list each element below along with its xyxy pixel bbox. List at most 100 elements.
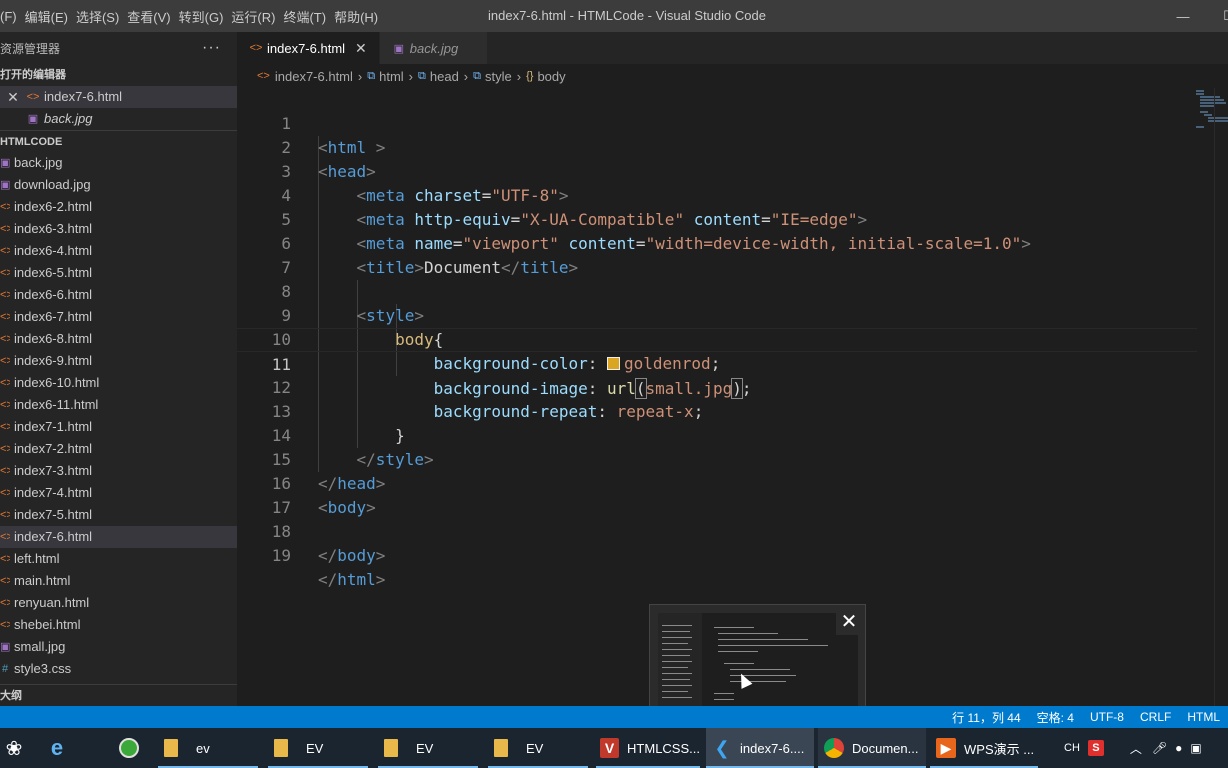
breadcrumb-item[interactable]: html <box>379 69 404 84</box>
file-tree-label: index7-5.html <box>14 507 93 522</box>
html-file-icon: <> <box>0 223 10 235</box>
file-tree-item[interactable]: <> index6-9.html <box>0 350 237 372</box>
folder-icon <box>384 739 398 757</box>
file-tree-item[interactable]: <> index7-6.html <box>0 526 237 548</box>
taskbar-item-htmlcss[interactable]: V HTMLCSS... <box>596 728 700 768</box>
html-file-icon: <> <box>0 487 10 499</box>
file-tree-item[interactable]: <> index6-10.html <box>0 372 237 394</box>
taskbar-item-ev[interactable]: ev <box>158 728 258 768</box>
notification-icon[interactable]: ▣ <box>1190 741 1201 755</box>
sogou-ime-icon[interactable]: S <box>1087 740 1104 756</box>
outline-section-title[interactable]: 大纲 <box>0 684 237 706</box>
ime-indicator[interactable]: CH <box>1064 742 1080 754</box>
taskbar-label: HTMLCSS... <box>627 740 700 756</box>
file-tree-item[interactable]: <> shebei.html <box>0 614 237 636</box>
start-button[interactable]: ❀ <box>0 728 28 768</box>
breadcrumb-item[interactable]: head <box>430 69 459 84</box>
tab-back-jpg[interactable]: ▣ back.jpg <box>379 32 488 64</box>
maximize-button[interactable]: ☐ <box>1206 0 1228 32</box>
breadcrumb-item[interactable]: index7-6.html <box>275 69 353 84</box>
file-tree-item[interactable]: ▣ small.jpg <box>0 636 237 658</box>
menu-view[interactable]: 查看(V) <box>127 7 178 26</box>
file-tree-item[interactable]: <> index7-1.html <box>0 416 237 438</box>
file-tree-label: style3.css <box>14 661 72 676</box>
file-tree-label: back.jpg <box>14 155 63 170</box>
status-encoding[interactable]: UTF-8 <box>1082 710 1132 724</box>
image-file-icon: ▣ <box>0 157 10 169</box>
code-line: 19 </html> <box>237 520 1197 589</box>
file-tree-item[interactable]: <> index6-8.html <box>0 328 237 350</box>
menu-terminal[interactable]: 终端(T) <box>283 7 334 26</box>
status-bar: 行 11，列 44 空格: 4 UTF-8 CRLF HTML <box>0 706 1228 728</box>
360-taskbar-button[interactable] <box>114 728 144 768</box>
status-cursor-position[interactable]: 行 11，列 44 <box>944 709 1028 726</box>
mouse-cursor-icon <box>735 671 753 689</box>
tab-index7-6[interactable]: <> index7-6.html ✕ <box>237 32 380 64</box>
file-tree-item[interactable]: ▣ download.jpg <box>0 174 237 196</box>
file-tree-label: left.html <box>14 551 60 566</box>
file-tree-item[interactable]: <> renyuan.html <box>0 592 237 614</box>
wps-icon: V <box>600 738 620 758</box>
tag-icon: ⧉ <box>418 69 426 82</box>
html-file-icon: <> <box>0 531 10 543</box>
close-icon[interactable]: ✕ <box>355 40 367 57</box>
file-tree-item[interactable]: <> index6-4.html <box>0 240 237 262</box>
taskbar-item-wps-presentation[interactable]: ▶ WPS演示 ... <box>930 728 1038 768</box>
open-editor-item[interactable]: ✕ <> index7-6.html <box>0 86 237 108</box>
taskbar-item-ev[interactable]: EV <box>378 728 478 768</box>
file-tree-item[interactable]: <> index7-5.html <box>0 504 237 526</box>
preview-thumbnail[interactable] <box>658 613 858 719</box>
menu-help[interactable]: 帮助(H) <box>334 7 386 26</box>
folder-title[interactable]: HTMLCODE <box>0 130 237 152</box>
line-number: 19 <box>271 546 291 565</box>
file-tree-item[interactable]: <> index6-2.html <box>0 196 237 218</box>
file-tree-item[interactable]: <> index6-5.html <box>0 262 237 284</box>
open-editors-title[interactable]: 打开的编辑器 <box>0 64 237 86</box>
ie-taskbar-button[interactable]: e <box>42 728 72 768</box>
breadcrumb-item[interactable]: body <box>537 69 565 84</box>
menu-file[interactable]: (F) <box>0 9 25 24</box>
close-icon[interactable]: ✕ <box>836 609 862 635</box>
taskbar-item-ev[interactable]: EV <box>488 728 588 768</box>
menu-go[interactable]: 转到(G) <box>179 7 232 26</box>
file-tree-item[interactable]: <> index6-6.html <box>0 284 237 306</box>
file-tree-item[interactable]: <> left.html <box>0 548 237 570</box>
menu-edit[interactable]: 编辑(E) <box>25 7 76 26</box>
file-tree-label: index6-4.html <box>14 243 93 258</box>
html-file-icon: <> <box>0 465 10 477</box>
code-line: 18 </body> <box>237 496 1197 565</box>
file-tree-item[interactable]: # style3.css <box>0 658 237 680</box>
tag-icon: ⧉ <box>367 69 376 82</box>
html-file-icon: <> <box>249 42 263 54</box>
menu-selection[interactable]: 选择(S) <box>76 7 127 26</box>
more-actions-icon[interactable]: ··· <box>202 39 221 57</box>
code-line: 6 <title>Document</title> <box>237 208 1197 277</box>
microphone-icon[interactable]: 🎤︎ <box>1152 741 1167 755</box>
file-tree-item[interactable]: <> main.html <box>0 570 237 592</box>
taskbar-item-vscode[interactable]: ❮ index7-6.... <box>706 728 814 768</box>
open-editor-item[interactable]: ▣ back.jpg <box>0 108 237 130</box>
taskbar-item-ev[interactable]: EV <box>268 728 368 768</box>
chevron-up-icon[interactable]: ︿ <box>1130 740 1142 757</box>
status-eol[interactable]: CRLF <box>1132 710 1179 724</box>
qq-icon[interactable]: ● <box>1175 741 1182 755</box>
editor-scrollbar[interactable] <box>1214 88 1228 706</box>
open-editor-label: back.jpg <box>44 111 93 126</box>
close-icon[interactable]: ✕ <box>0 86 26 108</box>
file-tree-item[interactable]: <> index6-11.html <box>0 394 237 416</box>
status-indentation[interactable]: 空格: 4 <box>1029 709 1082 726</box>
status-language[interactable]: HTML <box>1179 710 1228 724</box>
html-file-icon: <> <box>0 509 10 521</box>
file-tree-item[interactable]: <> index6-7.html <box>0 306 237 328</box>
menu-run[interactable]: 运行(R) <box>231 7 283 26</box>
file-tree-item[interactable]: <> index7-2.html <box>0 438 237 460</box>
breadcrumb-item[interactable]: style <box>485 69 512 84</box>
file-tree-item[interactable]: <> index7-4.html <box>0 482 237 504</box>
file-tree-item[interactable]: <> index6-3.html <box>0 218 237 240</box>
file-tree-label: index6-6.html <box>14 287 93 302</box>
file-tree-item[interactable]: ▣ back.jpg <box>0 152 237 174</box>
minimize-button[interactable]: — <box>1160 0 1206 32</box>
file-tree-item[interactable]: <> index7-3.html <box>0 460 237 482</box>
taskbar-item-chrome[interactable]: Documen... <box>818 728 926 768</box>
selector-icon: {} <box>526 70 534 82</box>
